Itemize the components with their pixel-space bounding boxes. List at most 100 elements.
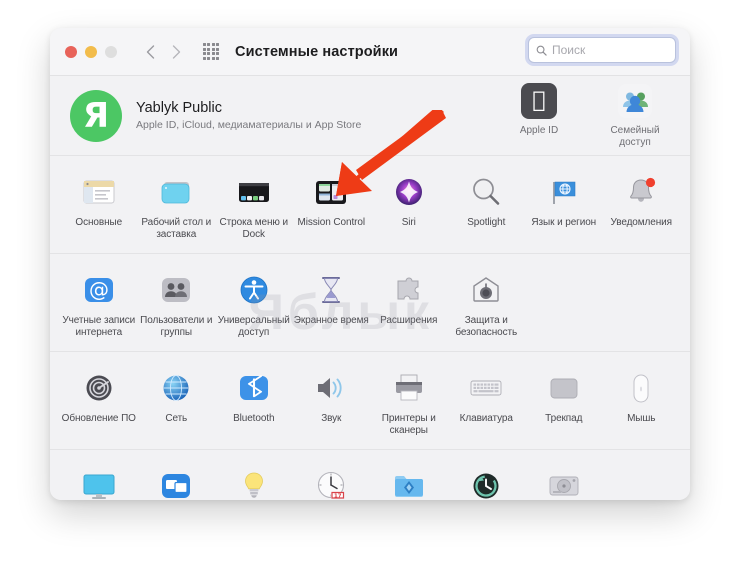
- pref-screen-time[interactable]: Экранное время: [293, 266, 371, 341]
- time-machine-icon: [466, 466, 506, 500]
- pref-family-sharing[interactable]: Семейный доступ: [596, 82, 674, 149]
- section-personal: Основные Рабочий стол и заставка Строка …: [50, 156, 690, 254]
- window-title: Системные настройки: [235, 43, 399, 60]
- pref-desktop-screensaver[interactable]: Рабочий стол и заставка: [138, 168, 216, 243]
- network-icon: [156, 368, 196, 408]
- svg-text:@: @: [89, 278, 109, 302]
- cell-label: Универсальный доступ: [217, 315, 290, 338]
- spotlight-icon: [466, 172, 506, 212]
- startup-disk-icon: [544, 466, 584, 500]
- preferences-grid: Мониторы Sidecar: [50, 462, 690, 500]
- pref-displays[interactable]: Мониторы: [60, 462, 138, 500]
- pref-general[interactable]: Основные: [60, 168, 138, 243]
- account-tiles:  Apple ID: [500, 82, 674, 149]
- date-time-icon: 17: [311, 466, 351, 500]
- cell-label: Основные: [75, 217, 123, 228]
- sidecar-icon: [156, 466, 196, 500]
- cell-label: Обновление ПО: [61, 413, 136, 424]
- cell-label: Защита и безопасность: [455, 315, 518, 338]
- pref-language-region[interactable]: Язык и регион: [525, 168, 603, 243]
- pref-printers-scanners[interactable]: Принтеры и сканеры: [370, 364, 448, 439]
- apple-id-account-row[interactable]: Я Yablyk Public Apple ID, iCloud, медиам…: [50, 76, 690, 156]
- screen-time-icon: [311, 270, 351, 310]
- avatar: Я: [70, 89, 122, 142]
- cell-label: Звук: [321, 413, 342, 424]
- notifications-icon: [621, 172, 661, 212]
- account-name: Yablyk Public: [136, 100, 222, 116]
- close-button[interactable]: [65, 45, 77, 58]
- cell-label: Уведомления: [610, 217, 673, 228]
- section-system: Мониторы Sidecar: [50, 450, 690, 500]
- search-field[interactable]: Поиск: [528, 37, 676, 63]
- cell-label: Клавиатура: [459, 413, 513, 424]
- pref-internet-accounts[interactable]: @ Учетные записи интернета: [60, 266, 138, 341]
- displays-icon: [79, 466, 119, 500]
- pref-mouse[interactable]: Мышь: [603, 364, 681, 439]
- keyboard-icon: [466, 368, 506, 408]
- pref-startup-disk[interactable]: Загрузочный диск: [525, 462, 603, 500]
- pref-keyboard[interactable]: Клавиатура: [448, 364, 526, 439]
- pref-date-time[interactable]: 17 Дата и время: [293, 462, 371, 500]
- pref-software-update[interactable]: Обновление ПО: [60, 364, 138, 439]
- pref-spotlight[interactable]: Spotlight: [448, 168, 526, 243]
- pref-trackpad[interactable]: Трекпад: [525, 364, 603, 439]
- pref-extensions[interactable]: Расширения: [370, 266, 448, 341]
- tile-label: Семейный доступ: [610, 125, 660, 148]
- pref-mission-control[interactable]: Mission Control: [293, 168, 371, 243]
- cell-label: Пользователи и группы: [140, 315, 213, 338]
- cell-label: Mission Control: [297, 217, 366, 228]
- general-icon: [79, 172, 119, 212]
- internet-accounts-icon: @: [79, 270, 119, 310]
- show-all-grid-icon[interactable]: [201, 42, 221, 62]
- system-preferences-window: Системные настройки Поиск Я Yablyk Publi…: [50, 28, 690, 500]
- tile-label: Apple ID: [519, 125, 559, 136]
- pref-sharing[interactable]: Общий доступ: [370, 462, 448, 500]
- cell-label: Трекпад: [545, 413, 583, 424]
- search-placeholder: Поиск: [552, 43, 586, 57]
- security-privacy-icon: [466, 270, 506, 310]
- cell-label: Принтеры и сканеры: [381, 413, 436, 436]
- zoom-button[interactable]: [105, 45, 117, 58]
- pref-sidecar[interactable]: Sidecar: [138, 462, 216, 500]
- pref-network[interactable]: Сеть: [138, 364, 216, 439]
- printers-scanners-icon: [389, 368, 429, 408]
- pref-security-privacy[interactable]: Защита и безопасность: [448, 266, 526, 341]
- language-region-icon: [544, 172, 584, 212]
- forward-chevron-icon[interactable]: [165, 41, 187, 63]
- screenshot-root: Системные настройки Поиск Я Yablyk Publi…: [0, 0, 740, 563]
- pref-bluetooth[interactable]: Bluetooth: [215, 364, 293, 439]
- preferences-grid: Основные Рабочий стол и заставка Строка …: [50, 168, 690, 243]
- account-subtitle: Apple ID, iCloud, медиаматериалы и App S…: [136, 119, 362, 131]
- energy-saver-icon: [234, 466, 274, 500]
- cell-label: Рабочий стол и заставка: [141, 217, 212, 240]
- accessibility-icon: [234, 270, 274, 310]
- minimize-button[interactable]: [85, 45, 97, 58]
- traffic-lights: [65, 45, 117, 58]
- extensions-icon: [389, 270, 429, 310]
- pref-time-machine[interactable]: Time Machine: [448, 462, 526, 500]
- cell-label: Учетные записи интернета: [62, 315, 136, 338]
- pref-dock-menubar[interactable]: Строка меню и Dock: [215, 168, 293, 243]
- preferences-grid: Обновление ПО Сеть Bluetooth Звук Принте…: [50, 364, 690, 439]
- desktop-screensaver-icon: [156, 172, 196, 212]
- pref-notifications[interactable]: Уведомления: [603, 168, 681, 243]
- cell-label: Строка меню и Dock: [219, 217, 288, 240]
- pref-sound[interactable]: Звук: [293, 364, 371, 439]
- dock-menubar-icon: [234, 172, 274, 212]
- pref-siri[interactable]: Siri: [370, 168, 448, 243]
- mouse-icon: [621, 368, 661, 408]
- pref-energy-saver[interactable]: Экономия энергии: [215, 462, 293, 500]
- grid-spacer: [525, 266, 603, 341]
- account-text: Yablyk Public Apple ID, iCloud, медиамат…: [136, 100, 361, 131]
- section-hardware: Обновление ПО Сеть Bluetooth Звук Принте…: [50, 352, 690, 450]
- siri-icon: [389, 172, 429, 212]
- cell-label: Мышь: [627, 413, 656, 424]
- pref-accessibility[interactable]: Универсальный доступ: [215, 266, 293, 341]
- mission-control-icon: [311, 172, 351, 212]
- back-chevron-icon[interactable]: [139, 41, 161, 63]
- pref-apple-id[interactable]:  Apple ID: [500, 82, 578, 149]
- cell-label: Bluetooth: [233, 413, 275, 424]
- pref-users-groups[interactable]: Пользователи и группы: [138, 266, 216, 341]
- bluetooth-icon: [234, 368, 274, 408]
- svg-text:17: 17: [334, 493, 342, 499]
